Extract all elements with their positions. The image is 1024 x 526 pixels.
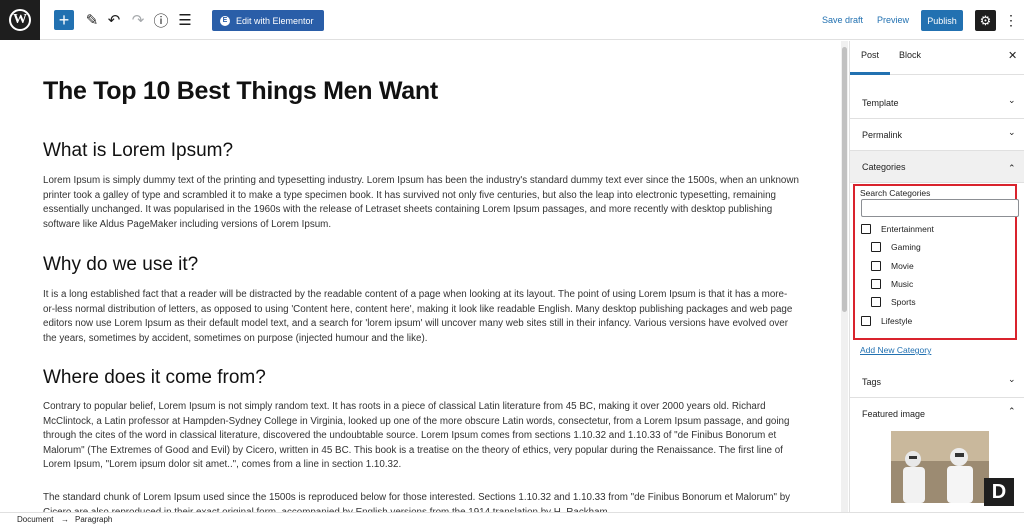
paragraph-where-from[interactable]: Contrary to popular belief, Lorem Ipsum …: [43, 400, 799, 473]
editor-canvas: The Top 10 Best Things Men Want What is …: [0, 41, 840, 512]
wordpress-logo-button[interactable]: W: [0, 0, 40, 40]
elementor-button-label: Edit with Elementor: [236, 15, 314, 26]
redo-icon[interactable]: ↷: [128, 10, 148, 30]
undo-icon[interactable]: ↶: [104, 10, 124, 30]
site-badge-icon: D: [984, 478, 1014, 506]
breadcrumb-arrow-icon: →: [61, 515, 69, 524]
tab-post[interactable]: Post: [861, 50, 879, 60]
category-item-sports[interactable]: Sports: [871, 297, 916, 307]
post-title[interactable]: The Top 10 Best Things Men Want: [43, 77, 438, 106]
add-block-button[interactable]: +: [54, 10, 74, 30]
panel-template-title: Template: [862, 98, 899, 108]
block-breadcrumb-bar: Document → Paragraph: [0, 512, 1024, 526]
more-options-icon[interactable]: ⋮: [1004, 12, 1018, 29]
category-checkbox[interactable]: [861, 316, 871, 326]
chevron-down-icon: ⌄: [1008, 95, 1016, 105]
category-checkbox[interactable]: [861, 224, 871, 234]
panel-categories[interactable]: Categories ⌃: [850, 151, 1024, 183]
category-label: Movie: [891, 261, 914, 271]
heading-where-from[interactable]: Where does it come from?: [43, 367, 266, 389]
category-label: Music: [891, 279, 914, 289]
search-categories-label: Search Categories: [860, 188, 931, 198]
breadcrumb-paragraph[interactable]: Paragraph: [75, 515, 112, 524]
category-label: Sports: [891, 297, 916, 307]
heading-what-is[interactable]: What is Lorem Ipsum?: [43, 140, 233, 162]
edit-tool-icon[interactable]: ✎: [82, 10, 102, 30]
category-checkbox[interactable]: [871, 297, 881, 307]
chevron-down-icon: ⌄: [1008, 127, 1016, 137]
search-categories-input[interactable]: [861, 199, 1019, 217]
publish-button[interactable]: Publish: [921, 10, 963, 31]
featured-image-graphic: [891, 431, 989, 503]
category-checkbox[interactable]: [871, 242, 881, 252]
category-item-gaming[interactable]: Gaming: [871, 242, 921, 252]
panel-permalink-title: Permalink: [862, 130, 903, 140]
panel-permalink[interactable]: Permalink ⌄: [850, 119, 1024, 151]
category-item-lifestyle[interactable]: Lifestyle: [861, 316, 912, 326]
save-draft-button[interactable]: Save draft: [822, 15, 863, 25]
info-icon[interactable]: ⓘ: [151, 10, 171, 30]
category-label: Entertainment: [881, 224, 934, 234]
breadcrumb-document[interactable]: Document: [17, 515, 53, 524]
panel-tags-title: Tags: [862, 377, 882, 387]
sidebar-tabs: Post Block ✕: [850, 41, 1024, 75]
preview-button[interactable]: Preview: [877, 15, 909, 25]
panel-featured-image-title: Featured image: [862, 409, 926, 419]
chevron-up-icon: ⌃: [1008, 406, 1016, 416]
paragraph-why-use[interactable]: It is a long established fact that a rea…: [43, 288, 799, 346]
category-checkbox[interactable]: [871, 261, 881, 271]
category-label: Lifestyle: [881, 316, 913, 326]
panel-template[interactable]: Template ⌄: [850, 87, 1024, 119]
editor-scrollbar-thumb[interactable]: [842, 47, 847, 312]
elementor-icon: E: [220, 15, 230, 26]
outline-list-icon[interactable]: ☰: [175, 10, 195, 30]
top-toolbar: W + ✎ ↶ ↷ ⓘ ☰ E Edit with Elementor Save…: [0, 0, 1024, 40]
category-item-music[interactable]: Music: [871, 279, 913, 289]
category-label: Gaming: [891, 242, 921, 252]
category-checkbox[interactable]: [871, 279, 881, 289]
active-tab-indicator: [850, 72, 890, 75]
tab-block[interactable]: Block: [899, 50, 921, 60]
edit-with-elementor-button[interactable]: E Edit with Elementor: [212, 10, 324, 31]
paragraph-standard-chunk[interactable]: The standard chunk of Lorem Ipsum used s…: [43, 491, 799, 512]
block-editor: W + ✎ ↶ ↷ ⓘ ☰ E Edit with Elementor Save…: [0, 0, 1024, 526]
panel-categories-title: Categories: [862, 162, 906, 172]
paragraph-what-is[interactable]: Lorem Ipsum is simply dummy text of the …: [43, 174, 799, 232]
category-item-movie[interactable]: Movie: [871, 261, 914, 271]
add-new-category-link[interactable]: Add New Category: [860, 345, 931, 355]
settings-gear-icon[interactable]: ⚙: [975, 10, 996, 31]
wordpress-logo-icon: W: [9, 9, 31, 31]
featured-image-thumbnail[interactable]: [891, 431, 989, 503]
panel-tags[interactable]: Tags ⌄: [850, 365, 1024, 398]
heading-why-use[interactable]: Why do we use it?: [43, 254, 198, 276]
chevron-down-icon: ⌄: [1008, 374, 1016, 384]
close-sidebar-icon[interactable]: ✕: [1008, 49, 1017, 62]
chevron-up-icon: ⌃: [1008, 163, 1016, 173]
category-item-entertainment[interactable]: Entertainment: [861, 224, 934, 234]
